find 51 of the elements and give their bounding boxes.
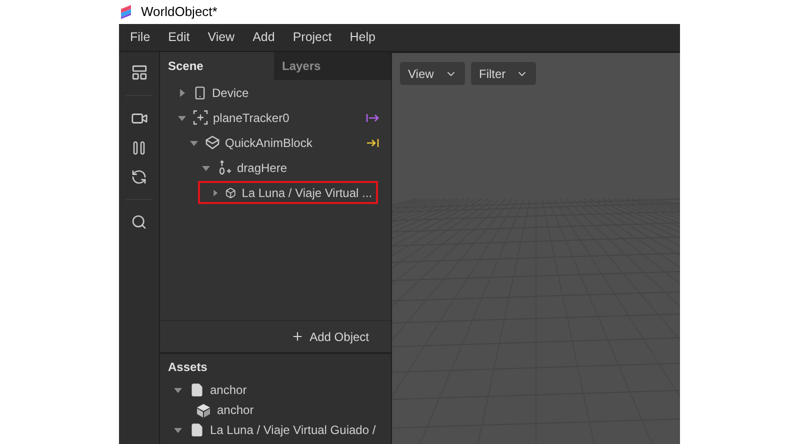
item-label: Device <box>212 84 249 102</box>
caret-icon[interactable] <box>178 114 186 122</box>
menu-item[interactable]: Add <box>244 28 284 47</box>
arrow-to-bar-icon <box>366 138 379 148</box>
add-object-button[interactable]: Add Object <box>290 328 369 346</box>
caret-icon[interactable] <box>174 426 182 434</box>
tree-item[interactable]: dragHere <box>196 156 294 179</box>
panel-tab[interactable]: Scene <box>160 52 274 80</box>
item-label: dragHere <box>237 160 288 176</box>
file-icon <box>190 383 204 397</box>
asset-item[interactable]: anchor <box>160 380 391 400</box>
asset-item[interactable]: La Luna / Viaje Virtual Guiado / <box>160 420 391 440</box>
app-logo-icon <box>119 4 133 20</box>
dropdown-button[interactable]: View <box>400 62 465 85</box>
rotate-icon[interactable] <box>131 169 147 185</box>
plus-frame-icon <box>193 110 208 125</box>
item-label: planeTracker0 <box>213 110 290 126</box>
menu-item[interactable]: File <box>121 28 160 47</box>
item-label: anchor <box>210 382 247 399</box>
search-icon[interactable] <box>131 214 147 230</box>
asset-item[interactable]: anchor <box>160 400 391 420</box>
tree-item[interactable]: planeTracker0 <box>172 106 296 129</box>
solid-cube-icon <box>196 402 211 418</box>
caret-icon[interactable] <box>190 138 198 146</box>
menu-item[interactable]: Edit <box>159 28 199 47</box>
arrow-from-bar-icon <box>366 112 379 122</box>
item-label: QuickAnimBlock <box>225 134 312 152</box>
menu-item[interactable]: Project <box>284 28 341 47</box>
phone-icon <box>193 86 207 100</box>
menu-item[interactable]: View <box>198 28 244 47</box>
assets-heading: Assets <box>167 359 208 376</box>
layout-icon[interactable] <box>130 64 148 81</box>
window-title: WorldObject* <box>141 3 218 22</box>
tree-item[interactable]: Device <box>172 81 255 104</box>
caret-icon[interactable] <box>174 386 182 394</box>
item-label: La Luna / Viaje Virtual Guiado / <box>210 422 376 439</box>
item-label: La Luna / Viaje Virtual ... <box>242 184 372 202</box>
cube-outline-icon <box>205 135 220 150</box>
plus-icon <box>290 330 304 343</box>
dropdown-button[interactable]: Filter <box>471 62 536 85</box>
tree-item[interactable]: La Luna / Viaje Virtual ... <box>198 181 378 204</box>
caret-icon[interactable] <box>202 164 210 172</box>
item-label: anchor <box>217 402 254 419</box>
menu-item[interactable]: Help <box>340 28 384 47</box>
tree-item[interactable]: QuickAnimBlock <box>184 131 318 154</box>
drag-axis-icon <box>217 160 232 175</box>
caret-icon[interactable] <box>212 188 218 196</box>
caret-icon[interactable] <box>178 88 186 96</box>
double-bar-icon[interactable] <box>132 141 146 155</box>
file-icon <box>190 423 204 437</box>
cube-icon <box>225 186 237 200</box>
